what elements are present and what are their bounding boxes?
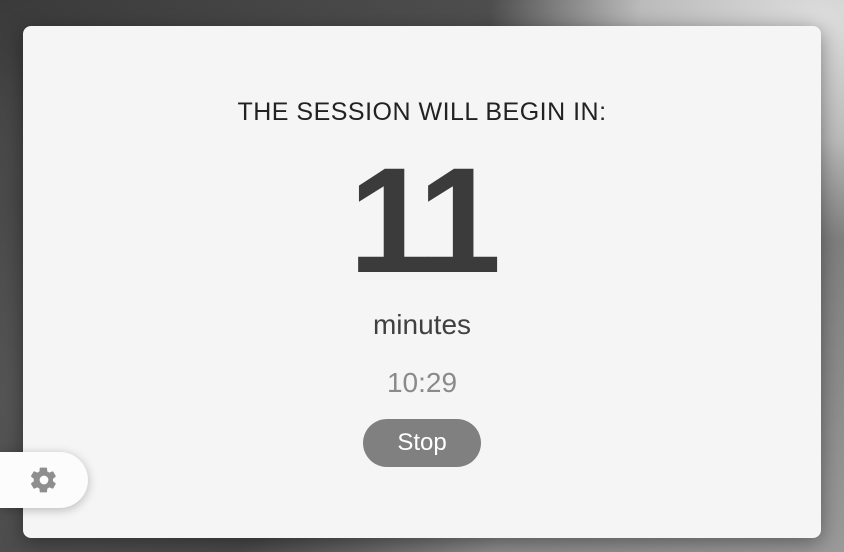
countdown-minutes-value: 11 [349, 145, 496, 295]
stop-button[interactable]: Stop [363, 419, 480, 467]
countdown-clock-time: 10:29 [387, 367, 457, 399]
countdown-card: THE SESSION WILL BEGIN IN: 11 minutes 10… [23, 26, 821, 538]
settings-button[interactable] [0, 452, 88, 508]
countdown-heading: THE SESSION WILL BEGIN IN: [237, 98, 606, 127]
countdown-unit-label: minutes [373, 309, 471, 341]
gear-icon [29, 465, 59, 495]
